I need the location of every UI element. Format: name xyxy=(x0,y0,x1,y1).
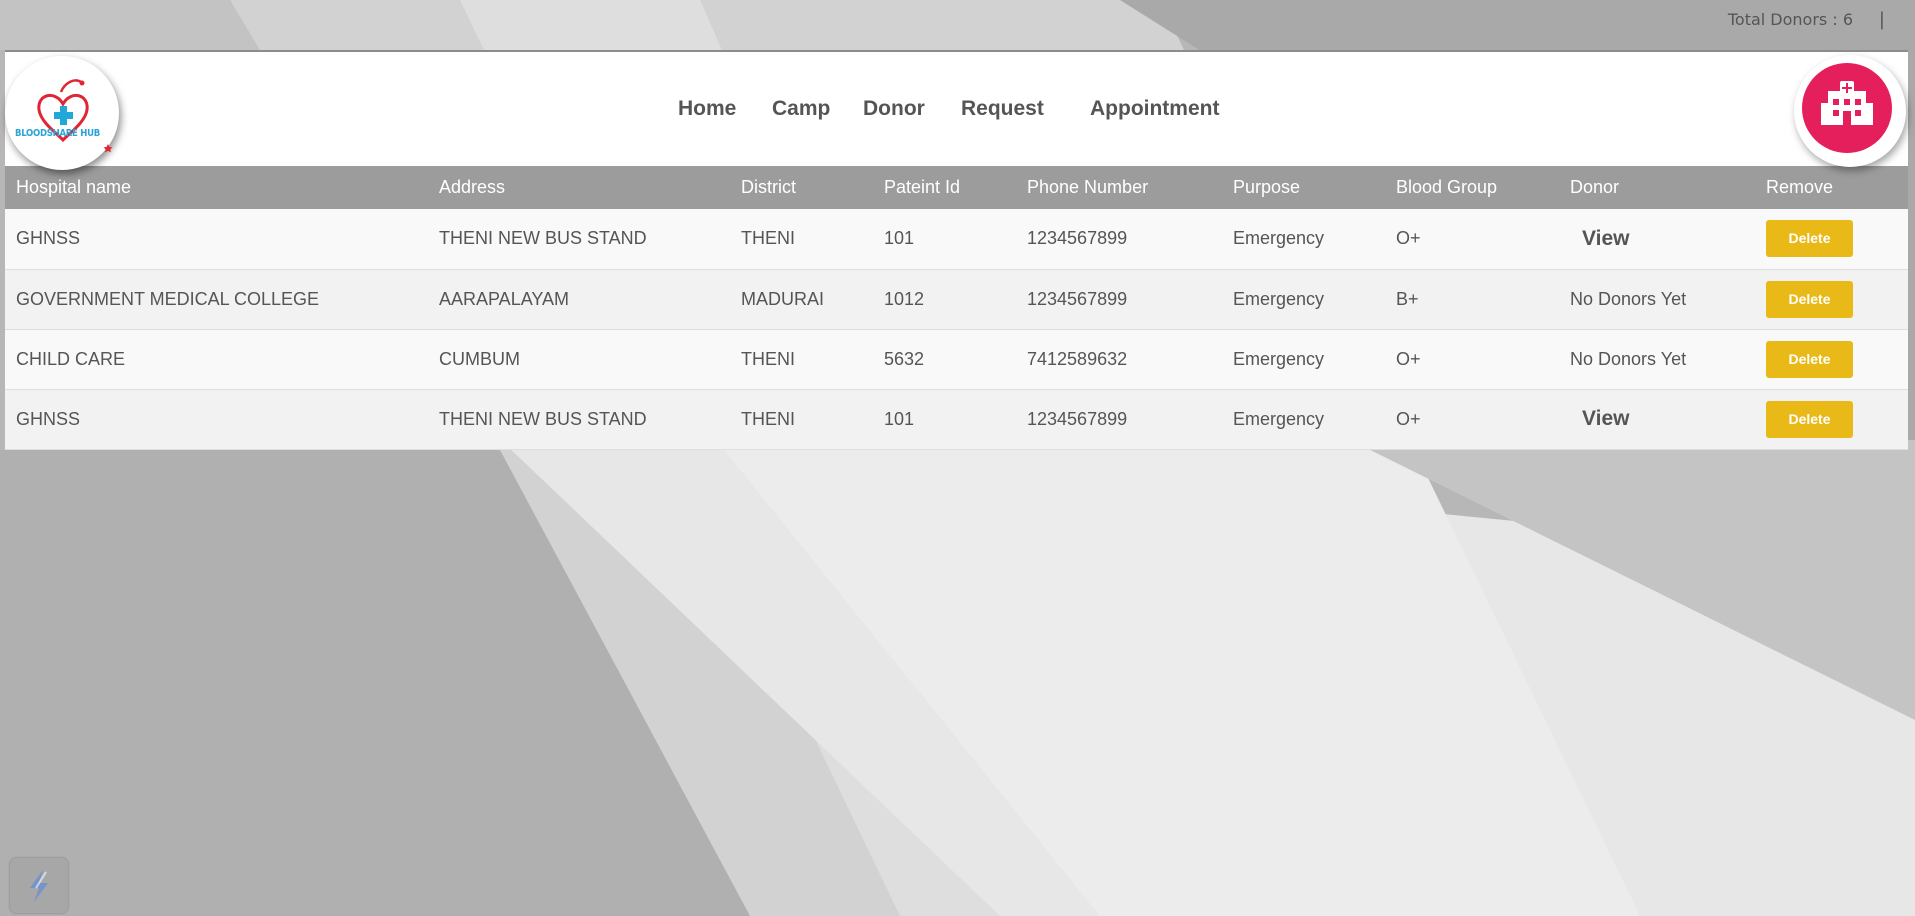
header-remove: Remove xyxy=(1766,177,1834,197)
view-donor-link[interactable]: View xyxy=(1582,407,1629,430)
cell-address: THENI NEW BUS STAND xyxy=(439,228,647,249)
cell-remove: Delete xyxy=(1755,209,1908,269)
header-district: District xyxy=(741,177,796,197)
delete-button[interactable]: Delete xyxy=(1766,400,1853,438)
cell-hospital: GHNSS xyxy=(16,228,81,249)
cell-purpose: Emergency xyxy=(1233,288,1325,309)
cell-hospital: CHILD CARE xyxy=(16,348,126,369)
hospital-icon-background xyxy=(1802,63,1892,153)
header-donor: Donor xyxy=(1570,177,1620,197)
delete-button[interactable]: Delete xyxy=(1766,340,1853,378)
header-patient-id: Pateint Id xyxy=(884,177,961,197)
header-purpose: Purpose xyxy=(1233,177,1301,197)
cell-blood-group: O+ xyxy=(1396,408,1421,429)
heart-cross-logo-icon xyxy=(37,79,113,153)
hospital-icon xyxy=(1821,81,1873,125)
topbar-separator: | xyxy=(1878,9,1885,30)
nav-appointment[interactable]: Appointment xyxy=(1090,97,1219,121)
cell-phone: 7412589632 xyxy=(1027,348,1128,369)
hospital-button[interactable] xyxy=(1794,55,1906,167)
main-nav: Home Camp Donor Request Appointment xyxy=(5,52,1908,166)
header-blood-group: Blood Group xyxy=(1396,177,1498,197)
top-bar: Total Donors : 6 | xyxy=(0,0,1915,50)
cell-blood-group: O+ xyxy=(1396,348,1421,369)
delete-button[interactable]: Delete xyxy=(1766,220,1853,258)
cell-district: THENI xyxy=(741,348,795,369)
cell-patient-id: 1012 xyxy=(884,288,925,309)
cell-patient-id: 101 xyxy=(884,408,915,429)
corner-widget-button[interactable] xyxy=(10,858,68,913)
cell-district: THENI xyxy=(741,408,795,429)
cell-address: CUMBUM xyxy=(439,348,520,369)
cell-address: AARAPALAYAM xyxy=(439,288,570,309)
cell-phone: 1234567899 xyxy=(1027,288,1128,309)
cell-donor-status: No Donors Yet xyxy=(1570,348,1687,369)
requests-table-container: Hospital name Address District Pateint I… xyxy=(5,166,1908,450)
cell-purpose: Emergency xyxy=(1233,228,1325,249)
nav-request[interactable]: Request xyxy=(961,97,1044,121)
cell-address: THENI NEW BUS STAND xyxy=(439,408,647,429)
cell-district: MADURAI xyxy=(741,288,825,309)
table-row: CHILD CARE CUMBUM THENI 5632 7412589632 … xyxy=(5,329,1908,389)
brand-name: BLOODSHARE HUB xyxy=(15,128,100,139)
cell-remove: Delete xyxy=(1755,329,1908,389)
cell-blood-group: B+ xyxy=(1396,288,1419,309)
table-header-row: Hospital name Address District Pateint I… xyxy=(5,166,1908,209)
cell-hospital: GOVERNMENT MEDICAL COLLEGE xyxy=(16,288,320,309)
cell-donor-status: No Donors Yet xyxy=(1570,288,1687,309)
delete-button[interactable]: Delete xyxy=(1766,280,1853,318)
cell-phone: 1234567899 xyxy=(1027,408,1128,429)
table-row: GHNSS THENI NEW BUS STAND THENI 101 1234… xyxy=(5,209,1908,269)
cell-donor: View xyxy=(1559,389,1755,449)
brand-logo[interactable]: BLOODSHARE HUB xyxy=(5,56,119,170)
cell-district: THENI xyxy=(741,228,795,249)
cell-purpose: Emergency xyxy=(1233,408,1325,429)
cell-patient-id: 101 xyxy=(884,228,915,249)
cell-blood-group: O+ xyxy=(1396,228,1421,249)
cell-phone: 1234567899 xyxy=(1027,228,1128,249)
nav-home[interactable]: Home xyxy=(678,97,736,121)
table-row: GOVERNMENT MEDICAL COLLEGE AARAPALAYAM M… xyxy=(5,269,1908,329)
cell-donor: View xyxy=(1559,209,1755,269)
requests-table: Hospital name Address District Pateint I… xyxy=(5,166,1908,450)
nav-camp[interactable]: Camp xyxy=(772,97,830,121)
cell-remove: Delete xyxy=(1755,389,1908,449)
nav-donor[interactable]: Donor xyxy=(863,97,925,121)
cell-purpose: Emergency xyxy=(1233,348,1325,369)
header: BLOODSHARE HUB Home Camp Donor Request A… xyxy=(5,50,1908,170)
header-hospital-name: Hospital name xyxy=(16,177,132,197)
view-donor-link[interactable]: View xyxy=(1582,227,1629,250)
lightning-bolt-icon xyxy=(30,870,48,902)
header-address: Address xyxy=(439,177,506,197)
header-phone-number: Phone Number xyxy=(1027,177,1149,197)
total-donors-count: Total Donors : 6 xyxy=(1727,10,1853,29)
cell-hospital: GHNSS xyxy=(16,408,81,429)
cell-remove: Delete xyxy=(1755,269,1908,329)
cell-patient-id: 5632 xyxy=(884,348,925,369)
table-row: GHNSS THENI NEW BUS STAND THENI 101 1234… xyxy=(5,389,1908,449)
